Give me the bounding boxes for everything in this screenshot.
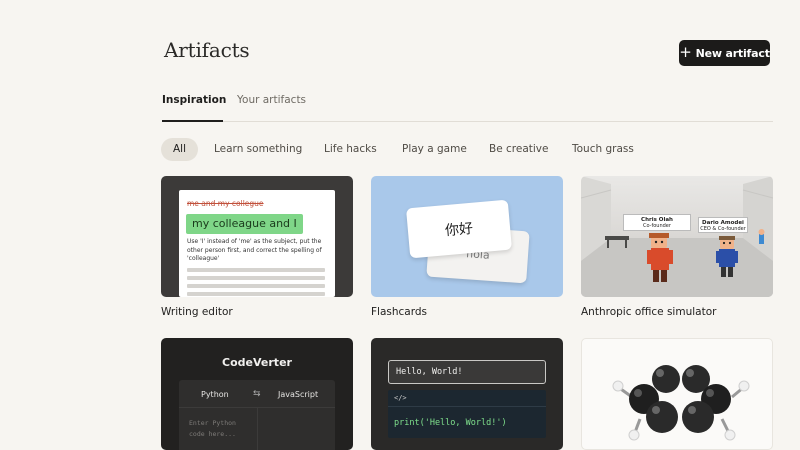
tab-bar: Inspiration Your artifacts [162, 90, 773, 122]
code-input-placeholder: Enter Python code here... [189, 419, 236, 438]
code-line: print('Hello, World!') [394, 418, 507, 428]
source-language: Python [201, 390, 229, 399]
card-writing-editor[interactable]: me and my collegue my colleague and I Us… [161, 176, 353, 318]
card-flashcards[interactable]: hola 你好 Flashcards [371, 176, 563, 318]
language-bar: Python ⇆ JavaScript [179, 380, 335, 408]
correction-hint: Use 'I' instead of 'me' as the subject, … [187, 238, 322, 262]
tab-inspiration[interactable]: Inspiration [162, 94, 226, 122]
filter-life-hacks[interactable]: Life hacks [324, 138, 377, 161]
page-title: Artifacts [164, 38, 250, 62]
filter-touch-grass[interactable]: Touch grass [572, 138, 634, 161]
new-artifact-label: New artifact [695, 46, 770, 60]
flashcards-thumbnail: hola 你好 [371, 176, 563, 297]
office-simulator-thumbnail: Chris Olah Co-founder Dario Amodei CEO &… [581, 176, 773, 297]
card-hello-world[interactable]: Hello, World! </> print('Hello, World!') [371, 338, 563, 450]
flashcard-front: 你好 [406, 199, 512, 259]
swap-icon: ⇆ [253, 389, 261, 399]
text-line [187, 284, 325, 288]
new-artifact-button[interactable]: + New artifact [679, 40, 770, 66]
original-text: me and my collegue [187, 199, 264, 208]
molecule-model-illustration [612, 365, 750, 441]
panel-divider [257, 408, 258, 450]
codeverter-title: CodeVerter [222, 356, 292, 369]
hello-input: Hello, World! [388, 360, 546, 384]
text-line [187, 276, 325, 280]
card-codeverter[interactable]: CodeVerter Python ⇆ JavaScript Enter Pyt… [161, 338, 353, 450]
card-title: Writing editor [161, 306, 233, 318]
filter-be-creative[interactable]: Be creative [489, 138, 548, 161]
characters-illustration [647, 233, 738, 282]
writing-editor-thumbnail: me and my collegue my colleague and I Us… [161, 176, 353, 297]
code-separator [388, 406, 546, 407]
filter-learn-something[interactable]: Learn something [214, 138, 302, 161]
molecule-thumbnail [581, 338, 773, 450]
filter-play-a-game[interactable]: Play a game [402, 138, 467, 161]
text-line [187, 268, 325, 272]
corrected-text: my colleague and I [186, 214, 303, 234]
card-title: Flashcards [371, 306, 427, 318]
converter-panel: Python ⇆ JavaScript Enter Python code he… [179, 380, 335, 450]
card-title: Anthropic office simulator [581, 306, 717, 318]
card-molecule[interactable] [581, 338, 773, 450]
plus-icon: + [679, 43, 692, 61]
code-icon: </> [394, 394, 407, 402]
hello-world-thumbnail: Hello, World! </> print('Hello, World!') [371, 338, 563, 450]
code-block: </> print('Hello, World!') [388, 390, 546, 438]
card-office-simulator[interactable]: Chris Olah Co-founder Dario Amodei CEO &… [581, 176, 773, 318]
text-line [187, 292, 325, 296]
tab-your-artifacts[interactable]: Your artifacts [237, 94, 306, 120]
document-preview: me and my collegue my colleague and I Us… [179, 190, 335, 297]
codeverter-thumbnail: CodeVerter Python ⇆ JavaScript Enter Pyt… [161, 338, 353, 450]
filter-all[interactable]: All [161, 138, 199, 161]
target-language: JavaScript [278, 390, 319, 399]
